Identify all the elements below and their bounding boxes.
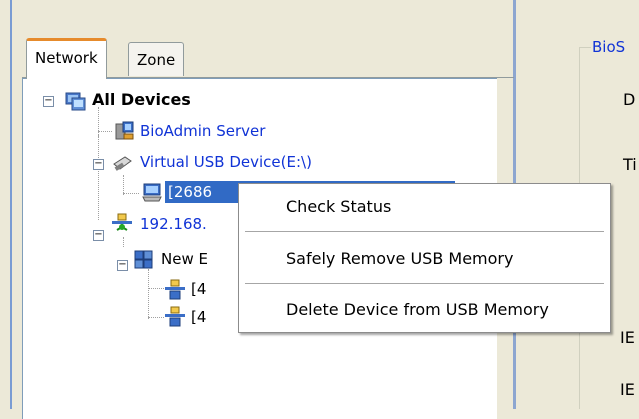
menu-item-delete-device[interactable]: Delete Device from USB Memory (239, 293, 610, 327)
collapse-toggle-usb[interactable]: − (93, 159, 104, 170)
tree-connector (148, 288, 164, 289)
left-frame-border (10, 0, 12, 409)
field-label-4: IE (620, 380, 635, 399)
tree-node-network[interactable]: 192.168. (140, 214, 207, 234)
tree-node-device-group[interactable]: New E (161, 249, 208, 269)
terminal-icon (142, 183, 162, 202)
menu-item-label: Safely Remove USB Memory (286, 249, 514, 268)
tree-connector (148, 317, 164, 318)
tree-node-all-devices[interactable]: All Devices (92, 90, 191, 110)
tree-node-bioadmin-server[interactable]: BioAdmin Server (140, 121, 265, 141)
server-icon (115, 121, 134, 140)
tree-connector (98, 135, 99, 220)
menu-item-safely-remove-usb[interactable]: Safely Remove USB Memory (239, 242, 610, 276)
device-icon (165, 306, 185, 327)
tree-node-virtual-usb[interactable]: Virtual USB Device(E:\) (140, 152, 312, 172)
field-label-1: D (623, 90, 636, 109)
tab-network-label: Network (35, 49, 98, 67)
menu-item-label: Delete Device from USB Memory (286, 300, 549, 319)
tab-zone-label: Zone (137, 51, 176, 69)
tree-node-usb-device[interactable]: [2686 (168, 182, 212, 202)
context-menu: Check Status Safely Remove USB Memory De… (238, 183, 611, 333)
menu-item-label: Check Status (286, 197, 392, 216)
usb-device-icon (113, 156, 132, 171)
menu-separator (245, 231, 604, 232)
field-label-3: IE (620, 328, 635, 347)
tree-connector (123, 237, 124, 247)
menu-separator (245, 283, 604, 284)
tree-node-device-1[interactable]: [4 (191, 279, 206, 299)
groupbox-title: BioS (592, 38, 626, 56)
collapse-toggle-group[interactable]: − (117, 260, 128, 271)
tree-node-device-2[interactable]: [4 (191, 307, 206, 327)
tree-connector (123, 175, 124, 195)
tree-connector (98, 107, 99, 137)
network-icon (112, 213, 132, 231)
device-icon (165, 279, 185, 300)
tree-connector (148, 269, 149, 319)
tab-network[interactable]: Network (26, 38, 107, 79)
tree-connector (98, 131, 112, 132)
groupbox-border-top (579, 47, 591, 48)
tab-zone[interactable]: Zone (128, 42, 185, 76)
collapse-toggle-root[interactable]: − (43, 96, 54, 107)
collapse-toggle-network[interactable]: − (93, 230, 104, 241)
all-devices-icon (65, 92, 86, 111)
tree-connector (123, 193, 139, 194)
device-group-icon (134, 250, 153, 269)
field-label-2: Ti (623, 155, 637, 174)
window-top-area (0, 0, 525, 40)
menu-item-check-status[interactable]: Check Status (239, 190, 610, 224)
